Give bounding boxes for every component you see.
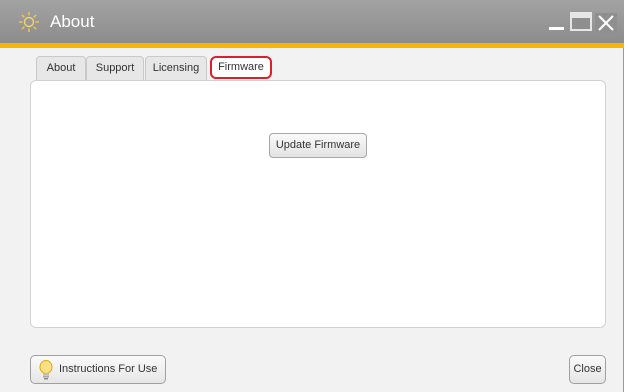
close-button[interactable]: Close	[569, 355, 606, 384]
title-bar[interactable]: About	[0, 0, 624, 43]
title-accent-stripe	[0, 43, 624, 48]
instructions-for-use-label: Instructions For Use	[59, 363, 158, 375]
sun-logo-icon	[19, 12, 39, 32]
tab-support[interactable]: Support	[86, 56, 144, 80]
tab-firmware[interactable]: Firmware	[210, 56, 272, 79]
lightbulb-icon	[39, 360, 53, 380]
close-icon[interactable]	[595, 13, 617, 33]
firmware-panel	[30, 80, 606, 328]
update-firmware-button[interactable]: Update Firmware	[269, 133, 367, 158]
minimize-icon[interactable]	[549, 27, 564, 30]
maximize-icon[interactable]	[570, 12, 592, 31]
window-title: About	[50, 12, 95, 31]
instructions-for-use-button[interactable]: Instructions For Use	[30, 355, 166, 384]
tab-licensing[interactable]: Licensing	[145, 56, 207, 80]
tab-about[interactable]: About	[36, 56, 86, 80]
about-window: About About Support Licensing Firmware U…	[0, 0, 624, 392]
